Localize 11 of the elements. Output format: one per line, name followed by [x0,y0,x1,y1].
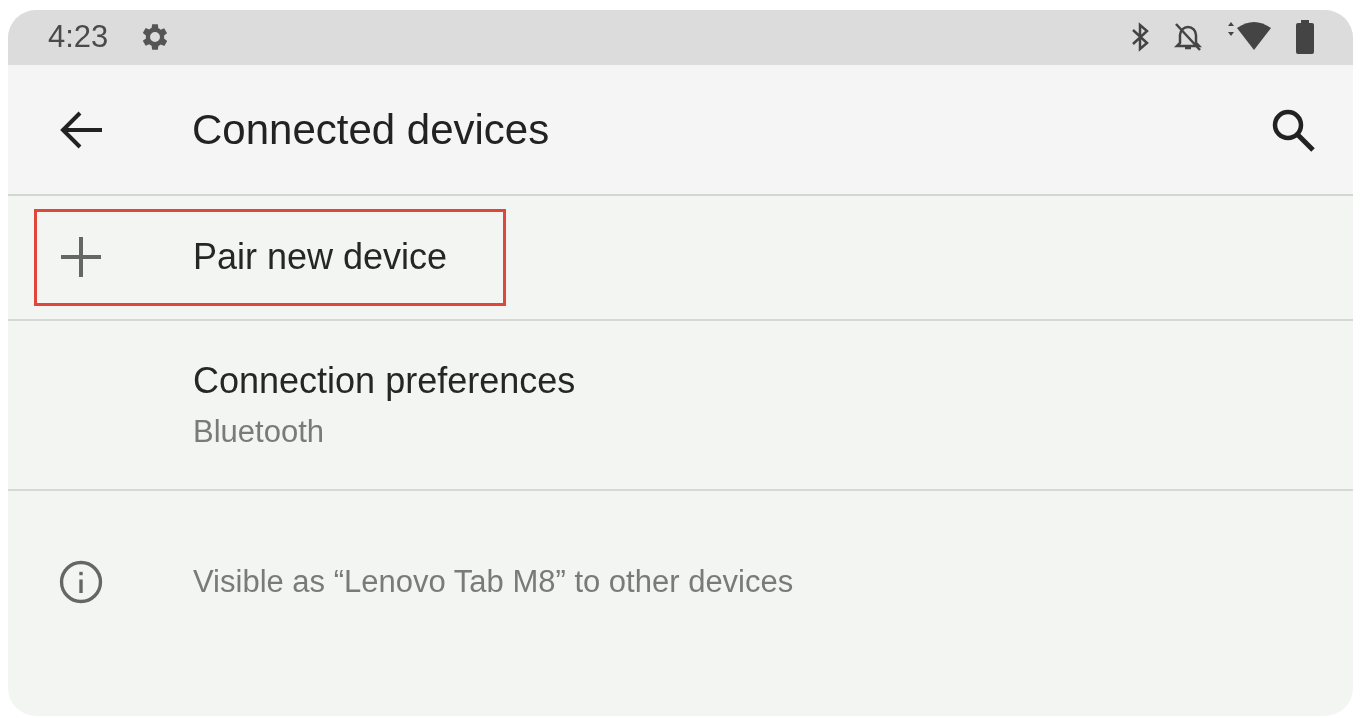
preference-title[interactable]: Connection preferences [193,360,576,403]
info-text: Visible as “Lenovo Tab M8” to other devices [193,563,794,600]
plus-icon [59,235,103,280]
page-title: Connected devices [192,105,550,154]
search-icon[interactable] [1271,107,1315,152]
back-arrow-icon[interactable] [60,109,104,150]
battery-icon [1295,20,1315,55]
status-time: 4:23 [48,19,109,56]
pair-device-label[interactable]: Pair new device [193,236,448,279]
bluetooth-icon [1131,21,1151,54]
preference-summary: Bluetooth [193,414,325,451]
